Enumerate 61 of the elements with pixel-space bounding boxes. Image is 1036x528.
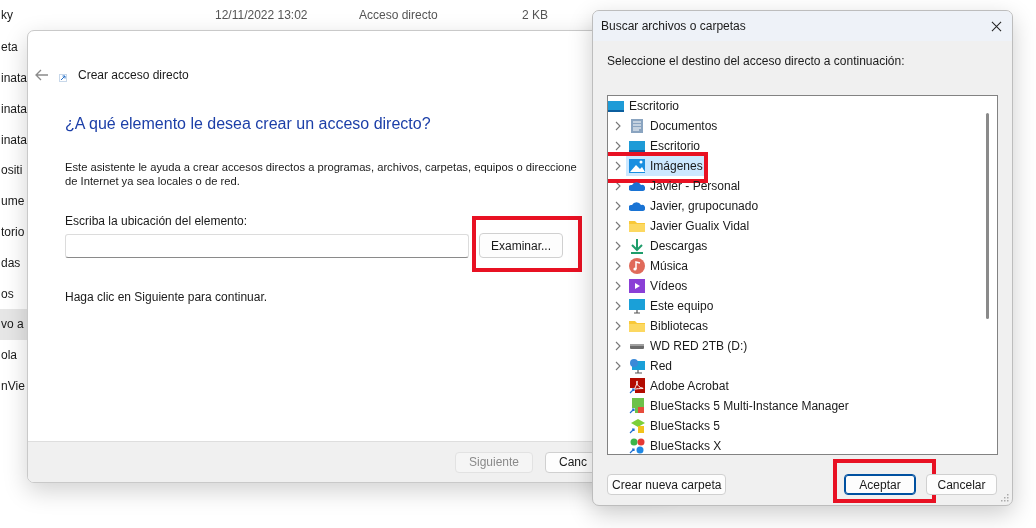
shortcut-icon bbox=[59, 74, 67, 82]
file-row[interactable]: ositi bbox=[0, 155, 27, 186]
tree-item[interactable]: BlueStacks 5 Multi-Instance Manager bbox=[626, 396, 852, 416]
file-row[interactable]: torio bbox=[0, 216, 27, 248]
tree-item[interactable]: BlueStacks X bbox=[626, 436, 725, 454]
file-row[interactable]: das bbox=[0, 247, 27, 279]
tree-item[interactable]: WD RED 2TB (D:) bbox=[626, 336, 751, 356]
chevron-icon[interactable] bbox=[614, 321, 621, 331]
hint-text: Haga clic en Siguiente para continuar. bbox=[65, 290, 268, 304]
file-row[interactable]: ume bbox=[0, 185, 27, 217]
tree-item[interactable]: Imágenes bbox=[626, 156, 706, 176]
intro-text: Este asistente le ayuda a crear accesos directos a programas, archivos, carpetas, equipos o direccione de Internet ya sea locales o de red. bbox=[65, 160, 577, 188]
tree-item[interactable]: Este equipo bbox=[626, 296, 717, 316]
chevron-icon[interactable] bbox=[614, 141, 621, 151]
tree-item[interactable]: Escritorio bbox=[608, 96, 682, 116]
tree-item[interactable]: Red bbox=[626, 356, 675, 376]
chevron-icon[interactable] bbox=[614, 361, 621, 371]
file-row[interactable]: inata bbox=[0, 124, 27, 155]
scrollbar[interactable] bbox=[986, 113, 989, 319]
wizard-title: Crear acceso directo bbox=[78, 68, 189, 82]
file-row[interactable]: eta bbox=[0, 31, 27, 63]
tree-item[interactable]: Adobe Acrobat bbox=[626, 376, 732, 396]
tree-item[interactable]: Escritorio bbox=[626, 136, 703, 156]
chevron-icon[interactable] bbox=[614, 201, 621, 211]
chevron-icon[interactable] bbox=[614, 281, 621, 291]
tree-item[interactable]: Javier - Personal bbox=[626, 176, 744, 196]
chevron-icon[interactable] bbox=[614, 241, 621, 251]
tree-item[interactable]: Javier, grupocunado bbox=[626, 196, 762, 216]
file-row[interactable]: ola bbox=[0, 339, 27, 371]
tree-item[interactable]: Descargas bbox=[626, 236, 711, 256]
tree-item[interactable]: Documentos bbox=[626, 116, 721, 136]
chevron-icon[interactable] bbox=[614, 261, 621, 271]
new-folder-button[interactable]: Crear nueva carpeta bbox=[607, 474, 727, 495]
wizard-heading: ¿A qué elemento le desea crear un acceso directo? bbox=[65, 115, 431, 133]
tree-item[interactable]: Javier Gualix Vidal bbox=[626, 216, 753, 236]
dialog-title: Buscar archivos o carpetas bbox=[601, 19, 746, 33]
file-row[interactable]: vo a bbox=[0, 308, 27, 340]
file-row[interactable]: os bbox=[0, 278, 27, 309]
chevron-icon[interactable] bbox=[614, 161, 621, 171]
file-row[interactable]: nVie bbox=[0, 370, 27, 402]
chevron-icon[interactable] bbox=[614, 181, 621, 191]
file-row[interactable]: ky 12/11/2022 13:02 Acceso directo 2 KB bbox=[0, 1, 590, 29]
chevron-icon[interactable] bbox=[614, 121, 621, 131]
chevron-icon[interactable] bbox=[614, 301, 621, 311]
cancel-button[interactable]: Cancelar bbox=[926, 474, 997, 495]
close-icon[interactable] bbox=[991, 20, 1002, 32]
field-label: Escriba la ubicación del elemento: bbox=[65, 214, 248, 228]
ok-button[interactable]: Aceptar bbox=[844, 474, 916, 495]
file-row[interactable]: inata bbox=[0, 93, 27, 125]
prompt-text: Seleccione el destino del acceso directo a continuación: bbox=[607, 54, 906, 68]
chevron-icon[interactable] bbox=[614, 221, 621, 231]
resize-grip-icon[interactable] bbox=[1001, 494, 1009, 502]
tree-item[interactable]: BlueStacks 5 bbox=[626, 416, 724, 436]
back-arrow-icon[interactable] bbox=[35, 69, 49, 81]
chevron-icon[interactable] bbox=[614, 341, 621, 351]
location-field[interactable] bbox=[65, 233, 469, 258]
tree-item[interactable]: Bibliotecas bbox=[626, 316, 712, 336]
tree-item[interactable]: Música bbox=[626, 256, 691, 276]
tree-item[interactable]: Vídeos bbox=[626, 276, 691, 296]
file-row[interactable]: inata bbox=[0, 62, 27, 94]
browse-button[interactable]: Examinar... bbox=[479, 233, 563, 258]
